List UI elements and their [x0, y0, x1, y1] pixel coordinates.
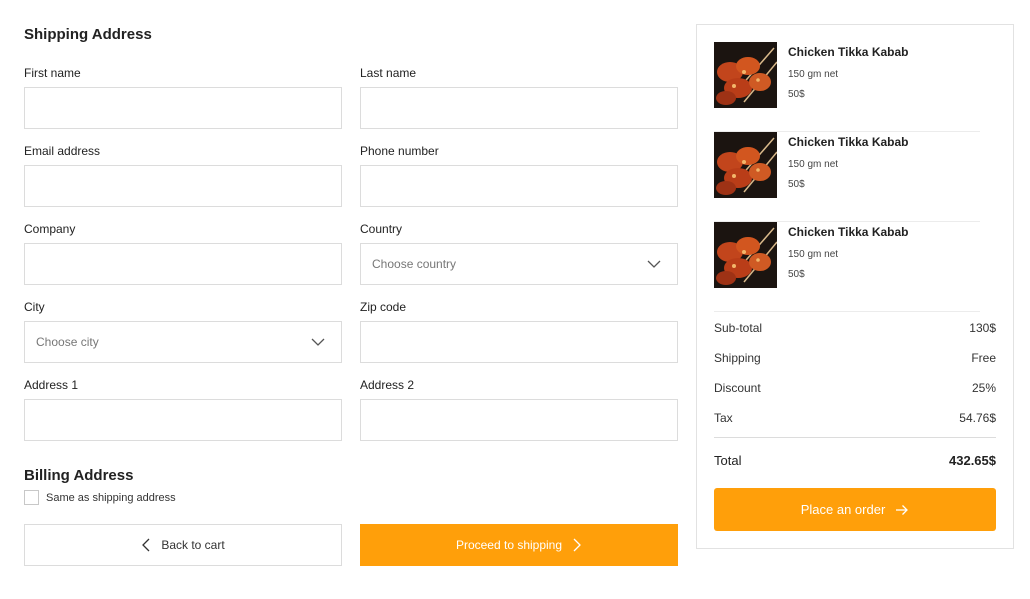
same-as-shipping-checkbox[interactable] [24, 490, 39, 505]
tax-value: 54.76$ [959, 411, 996, 425]
shipping-row: Shipping Free [714, 351, 996, 365]
last-name-label: Last name [360, 66, 417, 80]
discount-value: 25% [971, 381, 996, 395]
back-to-cart-label: Back to cart [161, 538, 225, 552]
email-field[interactable] [24, 165, 342, 207]
discount-row: Discount 25% [714, 381, 996, 395]
item-name: Chicken Tikka Kabab [788, 135, 909, 149]
shipping-title: Shipping Address [24, 26, 152, 43]
first-name-label: First name [24, 66, 81, 80]
order-summary: Chicken Tikka Kabab 150 gm net 50$ Chick… [696, 24, 1014, 549]
discount-label: Discount [714, 381, 761, 395]
total-value: 432.65$ [949, 453, 996, 468]
chevron-right-icon [573, 538, 581, 552]
phone-label: Phone number [360, 144, 439, 158]
food-image [714, 222, 777, 288]
shipping-label: Shipping [714, 351, 761, 365]
cart-item: Chicken Tikka Kabab 150 gm net 50$ [714, 222, 980, 312]
company-field[interactable] [24, 243, 342, 285]
tax-row: Tax 54.76$ [714, 411, 996, 425]
billing-title: Billing Address [24, 467, 134, 484]
country-placeholder: Choose country [372, 257, 457, 271]
shipping-value: Free [971, 351, 996, 365]
item-name: Chicken Tikka Kabab [788, 45, 909, 59]
same-as-shipping-row[interactable]: Same as shipping address [24, 490, 176, 505]
subtotal-value: 130$ [969, 321, 996, 335]
total-row: Total 432.65$ [714, 453, 996, 468]
back-to-cart-button[interactable]: Back to cart [24, 524, 342, 566]
address1-label: Address 1 [24, 378, 79, 392]
chevron-down-icon [647, 260, 661, 268]
item-price: 50$ [788, 89, 805, 100]
country-select[interactable]: Choose country [360, 243, 678, 285]
email-label: Email address [24, 144, 101, 158]
city-select[interactable]: Choose city [24, 321, 342, 363]
proceed-to-shipping-label: Proceed to shipping [455, 538, 563, 552]
place-order-button[interactable]: Place an order [714, 488, 996, 531]
city-placeholder: Choose city [36, 335, 99, 349]
zip-field[interactable] [360, 321, 678, 363]
item-price: 50$ [788, 179, 805, 190]
address2-label: Address 2 [360, 378, 415, 392]
cart-item: Chicken Tikka Kabab 150 gm net 50$ [714, 42, 980, 132]
chevron-left-icon [142, 538, 150, 552]
total-label: Total [714, 453, 742, 468]
item-weight: 150 gm net [788, 69, 839, 80]
address1-field[interactable] [24, 399, 342, 441]
subtotal-row: Sub-total 130$ [714, 321, 996, 335]
chevron-down-icon [311, 338, 325, 346]
address2-field[interactable] [360, 399, 678, 441]
company-label: Company [24, 222, 76, 236]
cart-item: Chicken Tikka Kabab 150 gm net 50$ [714, 132, 980, 222]
city-label: City [24, 300, 45, 314]
last-name-field[interactable] [360, 87, 678, 129]
divider [714, 437, 996, 438]
tax-label: Tax [714, 411, 733, 425]
first-name-field[interactable] [24, 87, 342, 129]
arrow-right-icon [896, 504, 909, 515]
item-weight: 150 gm net [788, 249, 839, 260]
item-weight: 150 gm net [788, 159, 839, 170]
food-image [714, 132, 777, 198]
same-as-shipping-label: Same as shipping address [46, 491, 176, 504]
country-label: Country [360, 222, 403, 236]
item-price: 50$ [788, 269, 805, 280]
subtotal-label: Sub-total [714, 321, 763, 335]
zip-label: Zip code [360, 300, 407, 314]
phone-field[interactable] [360, 165, 678, 207]
place-order-label: Place an order [800, 502, 886, 517]
proceed-to-shipping-button[interactable]: Proceed to shipping [360, 524, 678, 566]
item-name: Chicken Tikka Kabab [788, 225, 909, 239]
food-image [714, 42, 777, 108]
